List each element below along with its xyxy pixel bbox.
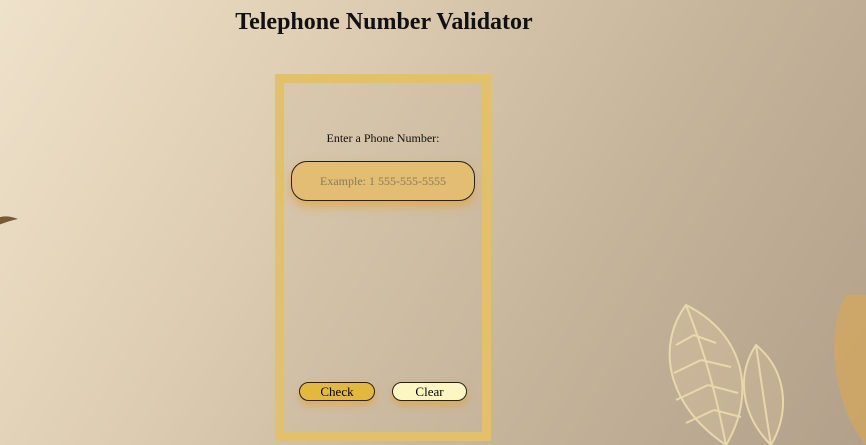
leaves-decoration-icon xyxy=(668,295,866,445)
check-button[interactable]: Check xyxy=(299,382,375,401)
phone-number-input[interactable] xyxy=(291,161,475,201)
leaf-icon xyxy=(0,216,18,225)
clear-button[interactable]: Clear xyxy=(392,382,467,401)
validator-panel: Enter a Phone Number: Check Clear xyxy=(275,74,491,441)
phone-number-label: Enter a Phone Number: xyxy=(326,131,440,145)
page-title: Telephone Number Validator xyxy=(235,9,533,35)
